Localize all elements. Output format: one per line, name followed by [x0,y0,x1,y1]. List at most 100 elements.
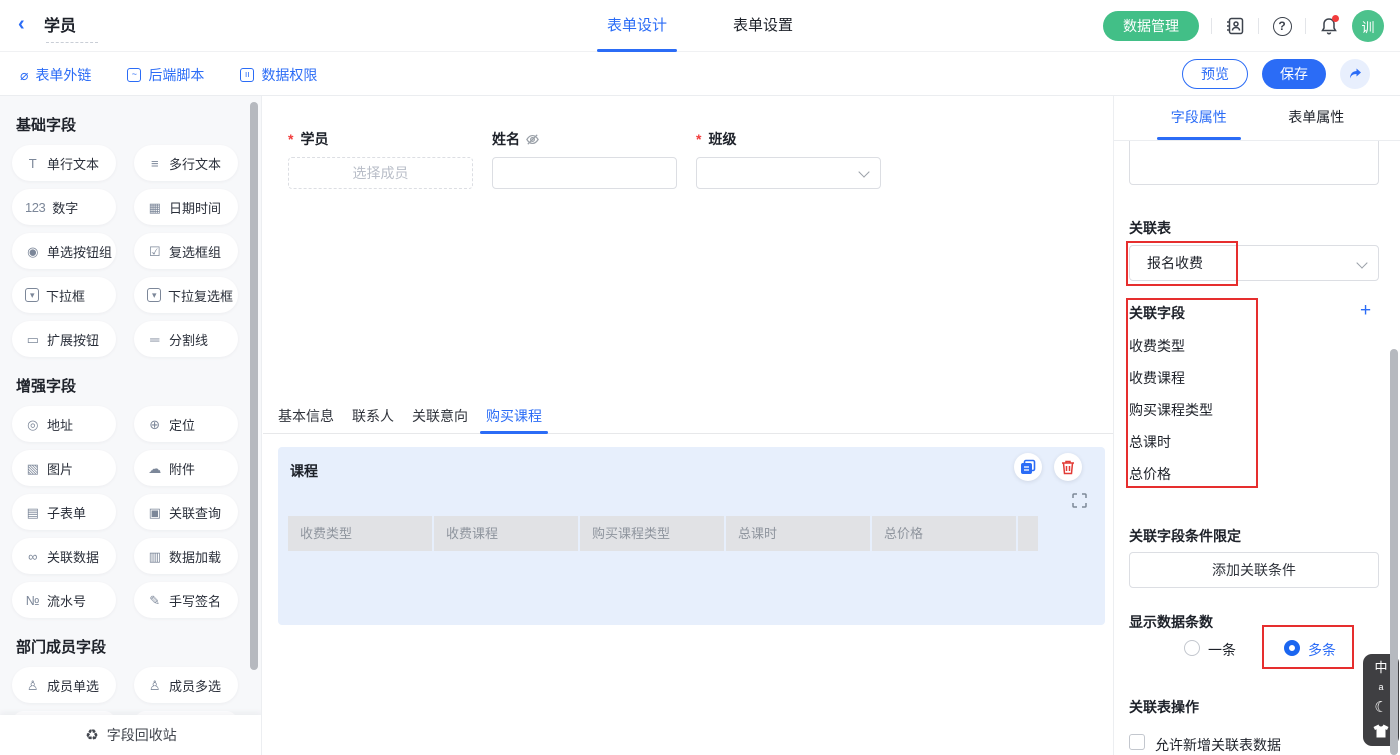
field-type-pill[interactable]: T 单行文本 [12,145,116,181]
backend-script-link[interactable]: ~ 后端脚本 [127,65,204,85]
checkbox-group-icon: ☑ [147,244,162,259]
table-header-cell: 收费类型 [288,516,432,551]
delete-field-button[interactable] [1054,453,1082,481]
radio-multiple[interactable] [1284,640,1300,656]
divider [1258,18,1259,34]
sidebar-scrollbar[interactable] [250,102,258,670]
image-icon: ▧ [25,461,40,476]
notification-badge [1332,15,1339,22]
trash-icon [1060,459,1076,475]
preview-button[interactable]: 预览 [1182,59,1248,89]
inspector-scrollbar[interactable] [1390,349,1398,755]
field-type-pill[interactable]: 123 数字 [12,189,116,225]
radio-single-label[interactable]: 一条 [1208,640,1236,660]
related-field-item[interactable]: 总课时 [1129,432,1171,452]
field-type-pill[interactable]: ▣ 关联查询 [134,494,238,530]
tab-contacts[interactable]: 联系人 [352,401,394,433]
field-type-pill[interactable]: ♙ 成员多选 [134,667,238,703]
field-type-pill[interactable]: № 流水号 [12,582,116,618]
related-field-item[interactable]: 收费类型 [1129,336,1185,356]
header-tabs: 表单设计 表单设置 [607,0,793,52]
data-manage-button[interactable]: 数据管理 [1103,11,1199,41]
field-type-pill[interactable]: ⊕ 定位 [134,406,238,442]
form-canvas: 学员 选择成员 姓名 班级 [263,96,1113,755]
related-table-select[interactable]: 报名收费 [1129,245,1379,281]
field-name[interactable]: 姓名 [492,129,677,189]
data-permission-icon: ıı [240,68,254,82]
allow-add-relation-label: 允许新增关联表数据 [1155,735,1281,755]
field-type-pill[interactable]: ▾ 下拉复选框 [134,277,238,313]
field-type-pill[interactable]: ♙ 成员单选 [12,667,116,703]
field-type-pill[interactable]: ═ 分割线 [134,321,238,357]
sidebar-group-title: 部门成员字段 [16,636,261,657]
scrolled-input-box[interactable] [1129,141,1379,185]
tab-field-properties[interactable]: 字段属性 [1171,96,1227,140]
form-designer-app: ‹ 学员 表单设计 表单设置 数据管理 ? [0,0,1400,755]
back-icon[interactable]: ‹ [18,15,36,33]
tab-form-properties[interactable]: 表单属性 [1288,96,1344,140]
name-text-input[interactable] [492,157,677,189]
field-type-pill[interactable]: ▧ 图片 [12,450,116,486]
field-type-pill[interactable]: ▤ 子表单 [12,494,116,530]
chevron-down-icon [858,166,869,177]
notification-bell-icon[interactable] [1318,15,1340,37]
course-relation-field-panel[interactable]: 课程 [278,447,1105,625]
dark-mode-icon[interactable]: ☾ [1374,700,1387,715]
allow-add-relation-checkbox[interactable] [1129,734,1145,750]
field-type-pill[interactable]: ✎ 手写签名 [134,582,238,618]
field-recycle-bin[interactable]: ♻ 字段回收站 [0,715,262,755]
backend-script-icon: ~ [127,68,141,82]
property-inspector: 字段属性 表单属性 关联表 报名收费 关联字段 + 收费类型 收费课程 购买课程… [1113,96,1400,755]
form-external-link[interactable]: ⌀ 表单外链 [20,65,91,85]
tab-basic-info[interactable]: 基本信息 [278,401,334,433]
member-picker-input[interactable]: 选择成员 [288,157,473,189]
language-toggle[interactable]: 中 [1374,661,1387,674]
table-header-cell: 总课时 [726,516,870,551]
tab-purchased-courses[interactable]: 购买课程 [486,401,542,433]
external-link-icon: ⌀ [20,68,28,82]
field-type-pill[interactable]: ☑ 复选框组 [134,233,238,269]
expand-corners-icon[interactable] [1072,493,1087,508]
tab-form-design[interactable]: 表单设计 [607,0,667,52]
add-condition-button[interactable]: 添加关联条件 [1129,552,1379,588]
divider [1211,18,1212,34]
canvas-section-tabs: 基本信息 联系人 关联意向 购买课程 [263,401,1113,434]
condition-label: 关联字段条件限定 [1129,526,1241,546]
inspector-tabs: 字段属性 表单属性 [1114,96,1400,141]
tab-related-intent[interactable]: 关联意向 [412,401,468,433]
related-fields-label: 关联字段 [1129,303,1185,323]
field-type-pill[interactable]: ▥ 数据加载 [134,538,238,574]
help-icon[interactable]: ? [1271,15,1293,37]
field-type-pill[interactable]: ☁ 附件 [134,450,238,486]
field-class[interactable]: 班级 [696,129,881,189]
related-field-item[interactable]: 购买课程类型 [1129,400,1213,420]
title-edit-underline [46,42,98,43]
avatar[interactable]: 训 [1352,10,1384,42]
data-permission-link[interactable]: ıı 数据权限 [240,65,317,85]
placeholder: 选择成员 [353,163,409,183]
theme-shirt-icon[interactable] [1373,724,1389,738]
field-type-pill[interactable]: ≡ 多行文本 [134,145,238,181]
tab-form-settings[interactable]: 表单设置 [733,0,793,52]
basic-fields-grid: T 单行文本 ≡ 多行文本 123 数字 [0,145,261,357]
highlight-box-related-fields [1126,298,1258,488]
share-button[interactable] [1340,59,1370,89]
field-type-pill[interactable]: ▾ 下拉框 [12,277,116,313]
copy-field-button[interactable] [1014,453,1042,481]
copy-icon [1020,459,1036,475]
field-type-pill[interactable]: ◉ 单选按钮组 [12,233,116,269]
save-button[interactable]: 保存 [1262,59,1326,89]
radio-multiple-label[interactable]: 多条 [1308,640,1336,660]
field-student[interactable]: 学员 选择成员 [288,129,473,189]
class-select[interactable] [696,157,881,189]
field-type-pill[interactable]: ◎ 地址 [12,406,116,442]
field-type-pill[interactable]: ▭ 扩展按钮 [12,321,116,357]
field-type-pill[interactable]: ∞ 关联数据 [12,538,116,574]
radio-single[interactable] [1184,640,1200,656]
add-related-field-button[interactable]: + [1360,302,1371,320]
related-field-item[interactable]: 收费课程 [1129,368,1185,388]
field-type-pill[interactable]: ▦ 日期时间 [134,189,238,225]
contacts-book-icon[interactable] [1224,15,1246,37]
language-sub[interactable]: a [1378,683,1383,692]
related-field-item[interactable]: 总价格 [1129,464,1171,484]
